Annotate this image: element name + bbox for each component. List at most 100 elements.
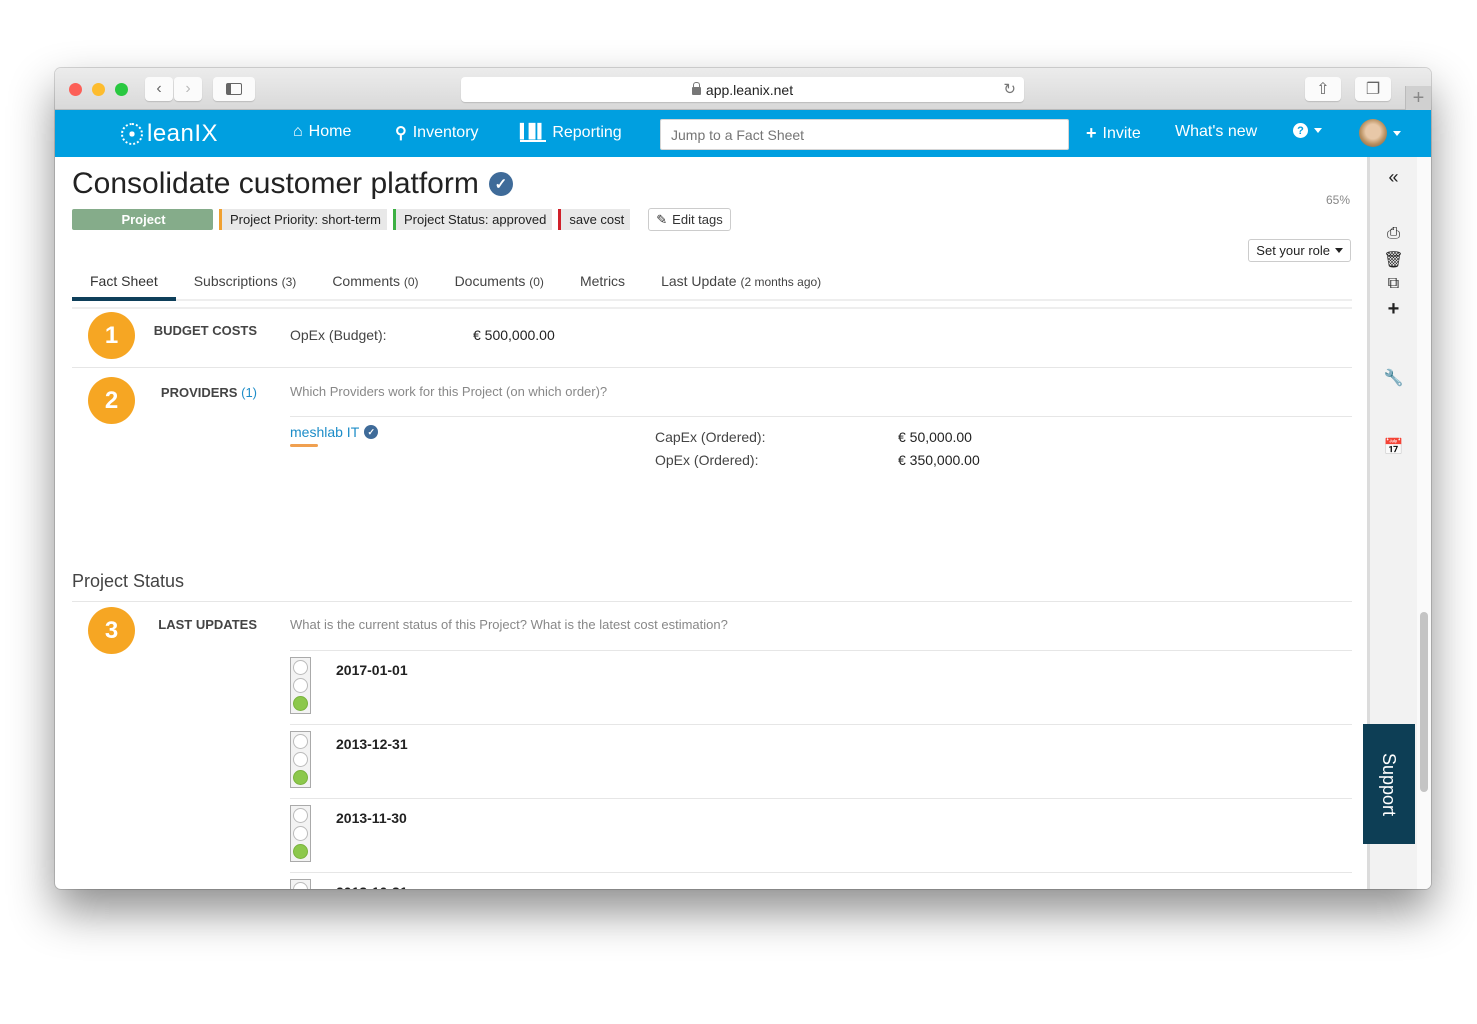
nav-inventory-label: Inventory <box>412 124 479 141</box>
set-role-label: Set your role <box>1256 243 1330 258</box>
fact-sheet-tabs: Fact Sheet Subscriptions (3) Comments (0… <box>72 261 1352 301</box>
update-date: 2013-10-31 <box>336 884 408 889</box>
last-updates-question: What is the current status of this Proje… <box>290 617 728 632</box>
minimize-window-button[interactable] <box>92 83 105 96</box>
reload-icon[interactable]: ↻ <box>1003 80 1016 98</box>
page-scrollbar[interactable] <box>1417 157 1431 889</box>
support-button[interactable]: Support <box>1363 724 1415 844</box>
browser-window: ‹ › app.leanix.net ↻ ⇧ ❐ + leanIX ⌂ Home… <box>55 68 1431 889</box>
nav-home[interactable]: ⌂ Home <box>293 123 351 141</box>
chevron-right-icon: › <box>185 80 191 97</box>
url-text: app.leanix.net <box>705 81 794 98</box>
nav-inventory[interactable]: ⚲ Inventory <box>395 123 479 143</box>
divider <box>72 601 1352 602</box>
top-navbar: leanIX ⌂ Home ⚲ Inventory ▍▋▍ Reporting … <box>55 110 1431 157</box>
tab-metrics[interactable]: Metrics <box>562 261 643 301</box>
plus-icon: + <box>1412 86 1425 109</box>
share-button[interactable]: ⇧ <box>1305 77 1341 101</box>
address-bar[interactable]: app.leanix.net ↻ <box>461 77 1024 102</box>
fact-sheet-title: Consolidate customer platform <box>72 167 479 200</box>
nav-reporting[interactable]: ▍▋▍ Reporting <box>520 123 622 142</box>
traffic-light-icon <box>290 805 311 862</box>
lock-icon <box>691 81 701 95</box>
sidebar-toggle-button[interactable] <box>213 77 255 101</box>
update-row[interactable]: 2017-01-01 <box>290 651 1352 725</box>
trash-icon[interactable]: 🗑 <box>1370 250 1417 270</box>
tabs-overview-button[interactable]: ❐ <box>1355 77 1391 101</box>
tab-label: Subscriptions <box>193 273 278 289</box>
section-number-badge: 1 <box>88 312 135 359</box>
tag-save-cost[interactable]: save cost <box>558 209 631 230</box>
opex-ordered-value: € 350,000.00 <box>898 452 980 468</box>
capex-ordered-label: CapEx (Ordered): <box>655 429 766 445</box>
tag-type[interactable]: Project <box>72 209 213 230</box>
leanix-logo[interactable]: leanIX <box>121 120 218 148</box>
traffic-light-icon <box>290 879 311 889</box>
help-icon: ? <box>1293 123 1308 138</box>
set-role-dropdown[interactable]: Set your role <box>1248 239 1351 262</box>
opex-ordered-label: OpEx (Ordered): <box>655 452 759 468</box>
wrench-icon[interactable]: 🔧 <box>1370 368 1417 388</box>
tag-status[interactable]: Project Status: approved <box>392 209 553 230</box>
providers-question: Which Providers work for this Project (o… <box>290 384 608 399</box>
forward-button[interactable]: › <box>174 77 202 101</box>
calendar-check-icon[interactable]: 📅 <box>1370 437 1417 457</box>
nav-home-label: Home <box>308 123 352 140</box>
provider-link-meshlab[interactable]: meshlab IT ✓ <box>290 424 379 447</box>
page-title: Consolidate customer platform ✓ <box>72 167 513 201</box>
print-icon[interactable]: ⎙ <box>1370 225 1417 243</box>
update-row[interactable]: 2013-11-30 <box>290 799 1352 873</box>
section-label-providers: PROVIDERS (1) <box>135 385 257 400</box>
capex-ordered-value: € 50,000.00 <box>898 429 972 445</box>
add-icon[interactable]: + <box>1370 298 1417 321</box>
opex-budget-value: € 500,000.00 <box>473 327 555 343</box>
chevron-left-icon: ‹ <box>156 80 162 97</box>
tag-list: Project Project Priority: short-term Pro… <box>72 208 731 231</box>
update-date: 2017-01-01 <box>336 662 408 678</box>
invite-label: Invite <box>1102 124 1141 142</box>
traffic-light-icon <box>290 731 311 788</box>
user-menu[interactable] <box>1359 119 1401 147</box>
nav-reporting-label: Reporting <box>552 123 622 141</box>
tab-subscriptions[interactable]: Subscriptions (3) <box>176 261 315 301</box>
support-label: Support <box>1379 752 1400 816</box>
tag-priority[interactable]: Project Priority: short-term <box>219 209 387 230</box>
invite-button[interactable]: + Invite <box>1086 123 1141 144</box>
tab-comments[interactable]: Comments (0) <box>314 261 436 301</box>
update-row[interactable]: 2013-12-31 <box>290 725 1352 799</box>
new-tab-button[interactable]: + <box>1405 86 1431 110</box>
divider <box>72 367 1352 368</box>
tab-count: (0) <box>529 275 544 289</box>
home-icon: ⌂ <box>293 123 303 140</box>
divider <box>290 416 1352 417</box>
tab-documents[interactable]: Documents (0) <box>437 261 562 301</box>
scrollbar-thumb[interactable] <box>1420 612 1428 792</box>
tabs-icon: ❐ <box>1365 81 1381 98</box>
tab-fact-sheet[interactable]: Fact Sheet <box>72 261 176 301</box>
zoom-window-button[interactable] <box>115 83 128 96</box>
update-date: 2013-11-30 <box>336 810 407 826</box>
divider <box>72 307 1352 309</box>
close-window-button[interactable] <box>69 83 82 96</box>
whats-new-link[interactable]: What's new <box>1175 123 1257 141</box>
update-row[interactable]: 2013-10-31 <box>290 873 1352 889</box>
opex-budget-label: OpEx (Budget): <box>290 327 387 343</box>
search-icon: ⚲ <box>395 125 407 142</box>
browser-toolbar: ‹ › app.leanix.net ↻ ⇧ ❐ + <box>55 68 1431 110</box>
section-label-last-updates: LAST UPDATES <box>158 617 257 632</box>
edit-tags-button[interactable]: ✎ Edit tags <box>648 208 731 231</box>
copy-icon[interactable]: ⧉ <box>1370 275 1417 293</box>
verified-check-icon: ✓ <box>364 425 379 439</box>
whats-new-label: What's new <box>1175 123 1258 140</box>
tab-last-update[interactable]: Last Update (2 months ago) <box>643 261 839 301</box>
provider-name: meshlab IT <box>290 424 360 440</box>
edit-tags-label: Edit tags <box>672 212 723 227</box>
collapse-sidebar-icon[interactable]: « <box>1370 167 1417 188</box>
help-menu[interactable]: ? <box>1293 123 1322 138</box>
pencil-icon: ✎ <box>656 211 668 227</box>
bar-chart-icon: ▍▋▍ <box>520 123 548 142</box>
fact-sheet-search-input[interactable] <box>660 119 1069 150</box>
section-number-badge: 3 <box>88 607 135 654</box>
back-button[interactable]: ‹ <box>145 77 173 101</box>
section-number-badge: 2 <box>88 377 135 424</box>
